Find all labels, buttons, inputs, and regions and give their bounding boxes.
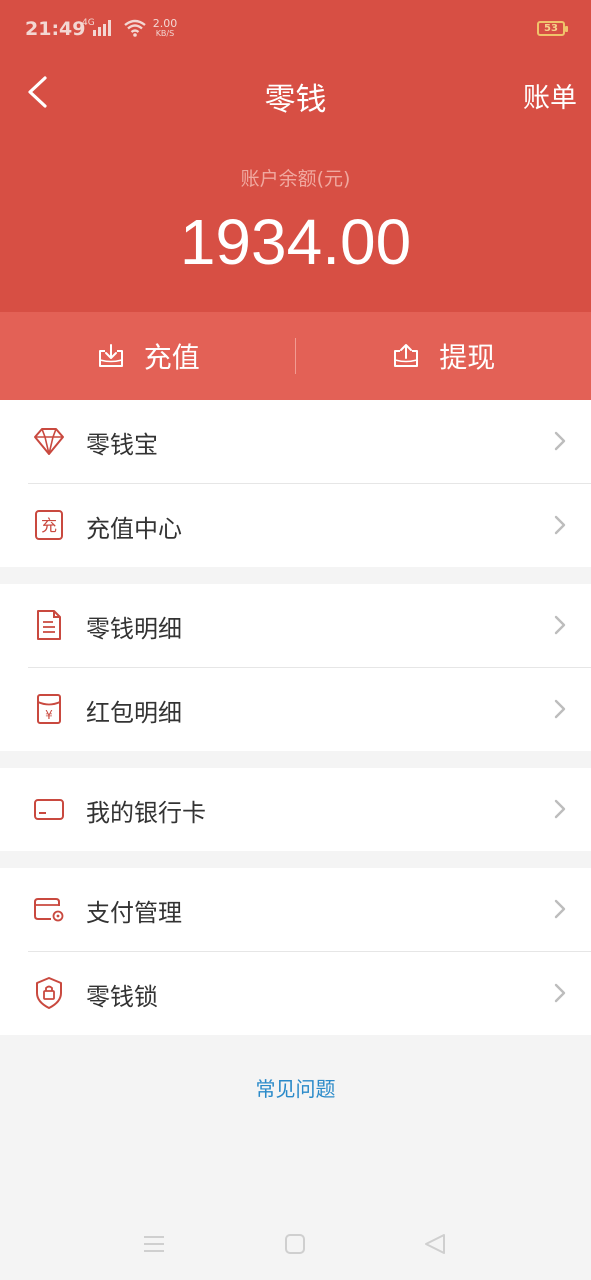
menu-item-label: 红包明细: [86, 699, 182, 727]
menu-item-label: 零钱宝: [86, 431, 158, 459]
recharge-center-icon: 充: [35, 510, 63, 540]
document-icon: [37, 610, 61, 640]
menu-item-label: 零钱锁: [86, 983, 158, 1011]
menu-group-4: 支付管理 零钱锁: [0, 868, 591, 1035]
menu-item-label: 零钱明细: [86, 615, 182, 643]
status-time: 21:49: [25, 18, 86, 40]
battery-icon: 53: [537, 21, 568, 36]
menu-icon[interactable]: [136, 1229, 172, 1259]
download-tray-icon: [98, 344, 123, 367]
balance-amount: 1934.00: [179, 206, 412, 278]
action-divider: [295, 338, 296, 374]
chevron-right-icon: [554, 799, 566, 819]
menu-item-label: 我的银行卡: [86, 799, 206, 827]
back-triangle-icon[interactable]: [418, 1229, 454, 1259]
upload-tray-icon: [394, 344, 419, 367]
faq-link[interactable]: 常见问题: [0, 1073, 591, 1102]
menu-item-lingqianbao[interactable]: 零钱宝: [0, 400, 591, 483]
status-bar: 21:49 4G 2.00 KB/S 53: [0, 0, 591, 60]
menu-item-payment-manage[interactable]: 支付管理: [0, 868, 591, 951]
chevron-right-icon: [554, 983, 566, 1003]
signal-icon: [92, 20, 111, 36]
speed-unit: KB/S: [155, 29, 175, 38]
chevron-right-icon: [554, 699, 566, 719]
chevron-right-icon: [554, 431, 566, 451]
menu-group-1: 零钱宝 充 充值中心: [0, 400, 591, 567]
bank-card-icon: [34, 799, 64, 820]
header: 21:49 4G 2.00 KB/S 53 零钱 账单 账户余额(元) 1934…: [0, 0, 591, 312]
bill-button[interactable]: 账单: [523, 76, 577, 115]
network-type: 4G: [82, 17, 95, 28]
chevron-right-icon: [554, 615, 566, 635]
withdraw-button[interactable]: 提现: [296, 312, 591, 400]
svg-text:¥: ¥: [45, 708, 53, 722]
recharge-button[interactable]: 充值: [0, 312, 296, 400]
recharge-label: 充值: [143, 341, 200, 374]
menu-item-bank-card[interactable]: 我的银行卡: [0, 768, 591, 851]
svg-text:充: 充: [41, 516, 57, 535]
network-speed: 2.00 KB/S: [153, 18, 178, 38]
balance-label: 账户余额(元): [240, 168, 351, 190]
action-bar: 充值 提现: [0, 312, 591, 400]
page-title: 零钱: [264, 82, 327, 118]
menu-item-label: 支付管理: [86, 899, 182, 927]
diamond-icon: [34, 428, 64, 455]
red-envelope-icon: ¥: [37, 694, 61, 724]
chevron-right-icon: [554, 899, 566, 919]
menu-group-3: 我的银行卡: [0, 768, 591, 851]
menu-item-label: 充值中心: [86, 515, 182, 543]
home-icon[interactable]: [277, 1229, 313, 1259]
chevron-right-icon: [554, 515, 566, 535]
menu-item-change-lock[interactable]: 零钱锁: [0, 952, 591, 1035]
status-icons: 4G 2.00 KB/S: [82, 18, 177, 38]
withdraw-label: 提现: [439, 341, 496, 374]
shield-lock-icon: [36, 977, 62, 1009]
nav-bar: 零钱 账单: [0, 62, 591, 124]
menu-item-recharge-center[interactable]: 充 充值中心: [0, 484, 591, 567]
speed-value: 2.00: [152, 17, 178, 30]
wifi-icon: [123, 19, 146, 37]
menu-item-red-envelope-detail[interactable]: ¥ 红包明细: [0, 668, 591, 751]
menu-group-2: 零钱明细 ¥ 红包明细: [0, 584, 591, 751]
menu-item-change-detail[interactable]: 零钱明细: [0, 584, 591, 667]
payment-manage-icon: [34, 898, 64, 922]
system-nav-bar: [0, 1215, 591, 1275]
